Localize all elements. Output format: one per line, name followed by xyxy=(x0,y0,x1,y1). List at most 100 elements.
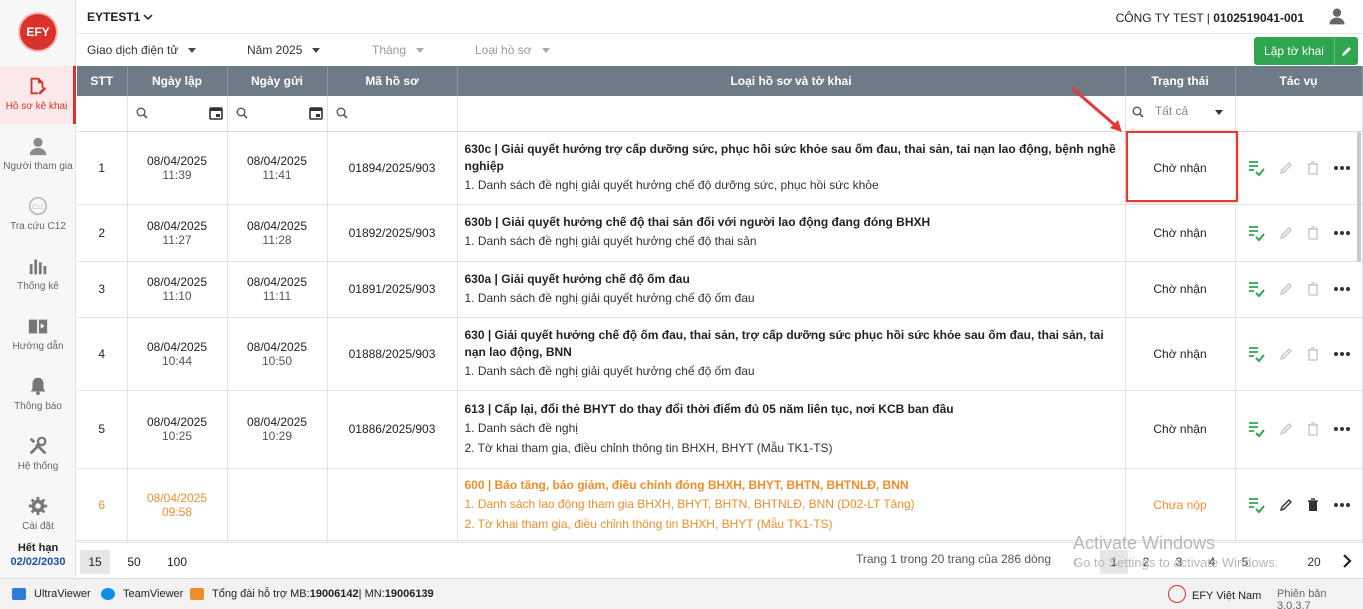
search-created-date[interactable] xyxy=(127,96,228,132)
table-row[interactable]: 2 08/04/2025 11:27 08/04/2025 11:28 01892/… xyxy=(77,204,1363,262)
row-type[interactable]: 630c | Giải quyết hưởng trợ cấp dưỡng sứ… xyxy=(457,131,1126,205)
row-code[interactable]: 01886/2025/903 xyxy=(327,390,458,469)
edit-icon[interactable] xyxy=(1279,226,1293,240)
more-icon[interactable] xyxy=(1333,286,1351,292)
search-code[interactable] xyxy=(327,96,458,132)
sidebar-item-tra-cuu-c12[interactable]: C12 Tra cứu C12 xyxy=(0,186,76,244)
delete-icon[interactable] xyxy=(1307,498,1319,512)
next-page-icon[interactable] xyxy=(1342,553,1352,569)
year-filter[interactable]: Năm 2025 xyxy=(247,43,321,57)
sidebar-item-he-thong[interactable]: Hệ thống xyxy=(0,426,76,484)
col-created-date[interactable]: Ngày lập xyxy=(127,66,228,96)
row-type[interactable]: 630b | Giải quyết hưởng chế độ thai sản … xyxy=(457,204,1126,262)
row-type[interactable]: 600 | Báo tăng, báo giảm, điều chỉnh đón… xyxy=(457,468,1126,543)
delete-icon[interactable] xyxy=(1307,282,1319,296)
row-sub[interactable]: 2. Tờ khai tham gia, điều chỉnh thông ti… xyxy=(465,514,1117,534)
page-20[interactable]: 20 xyxy=(1300,550,1328,574)
doc-type-filter[interactable]: Loại hồ sơ xyxy=(475,43,550,57)
row-type[interactable]: 613 | Cấp lại, đổi thẻ BHYT do thay đổi … xyxy=(457,390,1126,469)
more-icon[interactable] xyxy=(1333,165,1351,171)
row-sub[interactable]: 1. Danh sách đề nghị giải quyết hưởng ch… xyxy=(465,231,1117,251)
delete-icon[interactable] xyxy=(1307,422,1319,436)
sidebar-item-nguoi-tham-gia[interactable]: Người tham gia xyxy=(0,126,76,184)
hotline-sep: | MN: xyxy=(358,588,385,600)
checklist-icon[interactable] xyxy=(1247,420,1265,438)
row-code[interactable] xyxy=(327,468,458,543)
more-icon[interactable] xyxy=(1333,426,1351,432)
month-filter[interactable]: Tháng xyxy=(372,43,425,57)
row-type[interactable]: 630 | Giải quyết hưởng chế độ ốm đau, th… xyxy=(457,317,1126,391)
row-code[interactable]: 01888/2025/903 xyxy=(327,317,458,391)
create-declaration-button[interactable]: Lập tờ khai xyxy=(1254,37,1358,65)
delete-icon[interactable] xyxy=(1307,160,1319,175)
org-selector[interactable]: EYTEST1 xyxy=(87,10,153,24)
chevron-down-icon xyxy=(143,14,153,21)
sidebar-item-ho-so-ke-khai[interactable]: Hồ sơ kê khai xyxy=(0,66,76,124)
more-icon[interactable] xyxy=(1333,502,1351,508)
row-sub[interactable]: 1. Danh sách đề nghị giải quyết hưởng ch… xyxy=(465,175,1117,195)
edit-icon[interactable] xyxy=(1279,347,1293,361)
more-icon[interactable] xyxy=(1333,351,1351,357)
sidebar: EFY Hồ sơ kê khai Người tham gia C12 Tra… xyxy=(0,0,76,578)
ultraviewer-link[interactable]: UltraViewer xyxy=(12,588,91,600)
transaction-filter[interactable]: Giao dịch điện tử xyxy=(87,43,197,57)
checklist-icon[interactable] xyxy=(1247,159,1265,177)
checklist-icon[interactable] xyxy=(1247,280,1265,298)
sidebar-item-cai-dat[interactable]: Cài đặt xyxy=(0,486,76,544)
row-sub[interactable]: 1. Danh sách đề nghị xyxy=(465,418,1117,438)
row-title: 630c | Giải quyết hưởng trợ cấp dưỡng sứ… xyxy=(464,141,1116,173)
calendar-icon[interactable] xyxy=(208,106,223,120)
edit-icon[interactable] xyxy=(1279,161,1293,175)
table-row[interactable]: 5 08/04/2025 10:25 08/04/2025 10:29 01886/… xyxy=(77,390,1363,469)
row-sub[interactable]: 2. Tờ khai tham gia, điều chỉnh thông ti… xyxy=(465,438,1117,458)
sent-date: 08/04/2025 xyxy=(246,415,308,429)
sidebar-item-huong-dan[interactable]: Hướng dẫn xyxy=(0,306,76,364)
status-filter-select[interactable]: Tất cả xyxy=(1132,104,1229,118)
row-sent: 08/04/2025 10:50 xyxy=(227,317,328,391)
page-size-100[interactable]: 100 xyxy=(162,550,192,574)
edit-icon[interactable] xyxy=(1279,422,1293,436)
calendar-icon[interactable] xyxy=(308,106,323,120)
status-filter-value: Tất cả xyxy=(1154,104,1189,118)
checklist-icon[interactable] xyxy=(1247,224,1265,242)
row-code[interactable]: 01894/2025/903 xyxy=(327,131,458,205)
teamviewer-link[interactable]: TeamViewer xyxy=(101,588,183,600)
sidebar-item-label: Thông báo xyxy=(14,401,62,412)
user-icon xyxy=(29,137,47,156)
account-icon[interactable] xyxy=(1327,6,1347,26)
sent-date: 08/04/2025 xyxy=(246,275,308,289)
page-size-15[interactable]: 15 xyxy=(80,550,110,574)
table-row[interactable]: 4 08/04/2025 10:44 08/04/2025 10:50 01888/… xyxy=(77,317,1363,391)
row-sent: 08/04/2025 11:41 xyxy=(227,131,328,205)
row-type[interactable]: 630a | Giải quyết hưởng chế độ ốm đau 1. … xyxy=(457,261,1126,318)
row-sub[interactable]: 1. Danh sách lao động tham gia BHXH, BHY… xyxy=(465,494,1117,514)
search-icon xyxy=(136,107,148,119)
sidebar-item-thong-ke[interactable]: Thống kê xyxy=(0,246,76,304)
row-status: Chưa nộp xyxy=(1125,468,1236,543)
edit-icon[interactable] xyxy=(1279,282,1293,296)
col-actions: Tác vụ xyxy=(1235,66,1363,96)
checklist-icon[interactable] xyxy=(1247,496,1265,514)
table-row[interactable]: 6 08/04/2025 09:58 600 | Báo tăng, báo gi… xyxy=(77,468,1363,543)
page-size-50[interactable]: 50 xyxy=(119,550,149,574)
row-code[interactable]: 01891/2025/903 xyxy=(327,261,458,318)
org-name: EYTEST1 xyxy=(87,10,141,24)
table-row[interactable]: 3 08/04/2025 11:10 08/04/2025 11:11 01891/… xyxy=(77,261,1363,318)
row-sub[interactable]: 1. Danh sách đề nghị giải quyết hưởng ch… xyxy=(465,288,1117,308)
col-code[interactable]: Mã hồ sơ xyxy=(327,66,458,96)
table-scrollbar[interactable] xyxy=(1357,132,1361,262)
caret-down-icon xyxy=(541,48,550,54)
checklist-icon[interactable] xyxy=(1247,345,1265,363)
search-sent-date[interactable] xyxy=(227,96,328,132)
col-sent-date[interactable]: Ngày gửi xyxy=(227,66,328,96)
edit-icon[interactable] xyxy=(1279,498,1293,512)
status-filter[interactable]: Tất cả xyxy=(1125,96,1236,132)
more-icon[interactable] xyxy=(1333,230,1351,236)
row-code[interactable]: 01892/2025/903 xyxy=(327,204,458,262)
delete-icon[interactable] xyxy=(1307,225,1319,240)
row-sub[interactable]: 1. Danh sách đề nghị giải quyết hưởng ch… xyxy=(465,361,1117,381)
delete-icon[interactable] xyxy=(1307,346,1319,361)
sent-time: 11:28 xyxy=(262,232,292,247)
efy-logo[interactable]: EFY xyxy=(18,12,58,52)
sidebar-item-thong-bao[interactable]: Thông báo xyxy=(0,366,76,424)
